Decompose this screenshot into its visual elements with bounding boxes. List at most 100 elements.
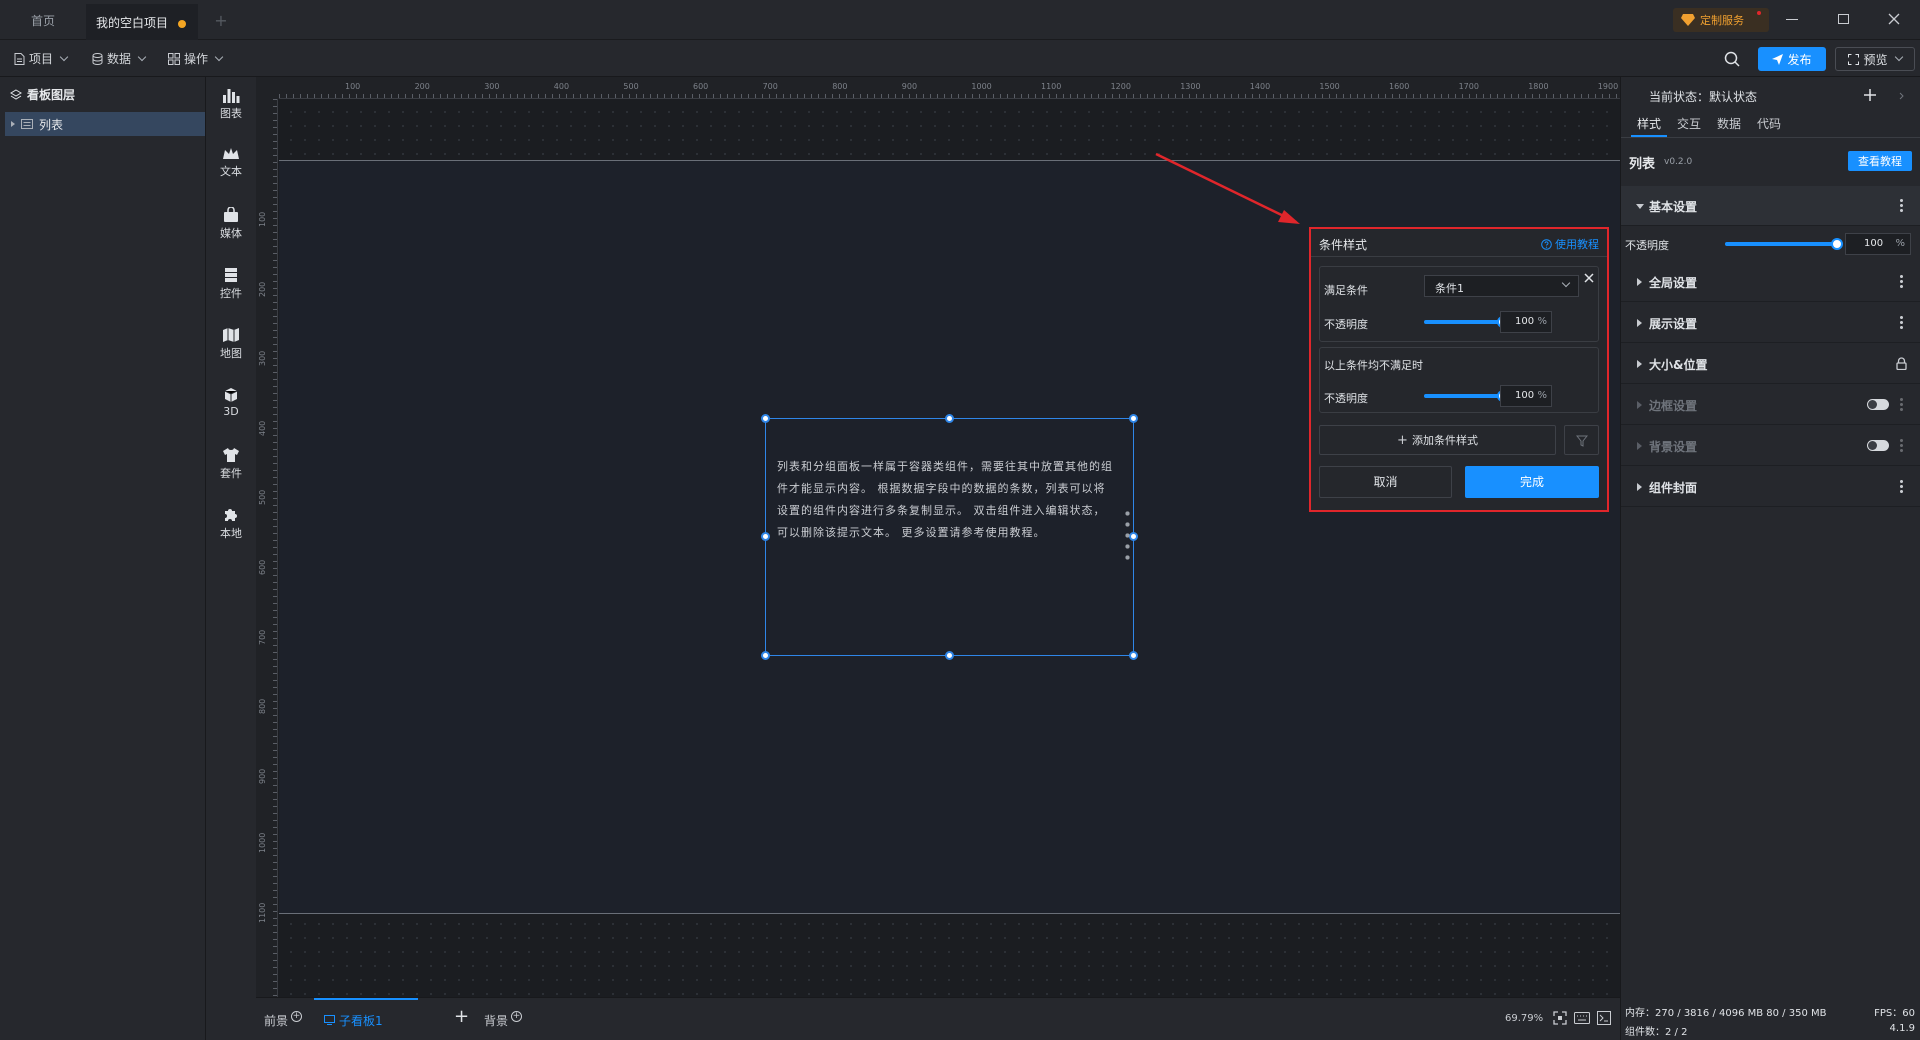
more-icon[interactable] [1900,397,1903,411]
layer-item[interactable]: 列表 [5,112,205,136]
basic-opacity-slider-knob[interactable] [1831,238,1843,250]
board-tab[interactable]: 子看板1 [314,998,418,1040]
section-label: 背景设置 [1649,440,1698,454]
sidebar-item-3d[interactable]: 3D [206,387,256,418]
section-border[interactable]: 边框设置 [1621,385,1920,425]
plus-icon: + [1397,432,1408,448]
border-toggle[interactable] [1867,399,1889,410]
confirm-button[interactable]: 完成 [1465,466,1599,498]
ruler-tick-label: 1700 [1458,82,1479,91]
operation-menu[interactable]: 操作 [168,49,224,69]
sidebar-item-local[interactable]: 本地 [206,507,256,541]
media-bag-icon [224,207,238,222]
sidebar-item-suite[interactable]: 套件 [206,447,256,481]
sidebar-item-chart[interactable]: 图表 [206,87,256,121]
more-icon[interactable] [1900,198,1903,212]
terminal-icon[interactable] [1597,1011,1611,1025]
section-display[interactable]: 展示设置 [1621,303,1920,343]
more-icon[interactable] [1900,315,1903,329]
new-tab-button[interactable]: + [206,4,236,40]
search-icon[interactable] [1724,51,1740,67]
layer-item-label: 列表 [39,117,64,132]
project-menu[interactable]: 项目 [14,49,69,69]
tab-style[interactable]: 样式 [1637,115,1661,132]
ruler-tick-label: 600 [693,82,709,91]
sidebar-item-text[interactable]: 文本 [206,147,256,179]
resize-handle[interactable] [1129,414,1138,423]
zoom-level[interactable]: 69.79% [1505,1013,1543,1024]
else-opacity-input[interactable]: 100 % [1500,385,1552,407]
lock-icon[interactable] [1896,357,1907,370]
minimize-icon[interactable] [1786,19,1798,20]
data-menu[interactable]: 数据 [92,49,147,69]
keyboard-icon[interactable] [1574,1012,1590,1024]
section-size-position[interactable]: 大小&位置 [1621,344,1920,384]
tab-project-label: 我的空白项目 [96,16,169,30]
resize-handle[interactable] [761,651,770,660]
background-toggle[interactable] [1867,440,1889,451]
add-condition-button[interactable]: + 添加条件样式 [1319,425,1556,455]
drag-grip-icon[interactable] [1125,508,1130,566]
fit-screen-icon[interactable] [1553,1011,1567,1025]
clear-filter-button[interactable] [1564,425,1599,455]
resize-handle[interactable] [945,414,954,423]
widget-hint-text: 列表和分组面板一样属于容器类组件，需要往其中放置其他的组件才能显示内容。 根据数… [777,460,1113,539]
sidebar-item-media[interactable]: 媒体 [206,207,256,241]
ruler-tick-label: 700 [762,82,778,91]
text-crown-icon [223,148,239,159]
section-label: 全局设置 [1649,276,1698,290]
chevron-down-icon [59,52,69,62]
tab-interaction[interactable]: 交互 [1677,115,1701,132]
close-window-icon[interactable] [1888,13,1900,25]
resize-handle[interactable] [761,414,770,423]
memory-status: 内存：270 / 3816 / 4096 MB 80 / 350 MB [1625,1008,1827,1019]
ruler-tick-label: 100 [258,211,267,227]
add-circle-icon[interactable]: + [291,1011,303,1022]
basic-opacity-input[interactable]: 100 % [1845,233,1911,255]
close-condition-icon[interactable] [1584,273,1594,283]
publish-button[interactable]: 发布 [1758,47,1826,71]
notice-dot-icon [1757,11,1761,15]
more-icon[interactable] [1900,274,1903,288]
front-layer-tab[interactable]: 前景 + [264,1011,303,1029]
ruler-tick-label: 500 [623,82,639,91]
tab-home[interactable]: 首页 [0,4,86,40]
cancel-label: 取消 [1373,475,1398,489]
section-background[interactable]: 背景设置 [1621,426,1920,466]
section-global[interactable]: 全局设置 [1621,262,1920,302]
add-board-button[interactable]: + [454,1006,469,1027]
add-state-icon[interactable] [1864,89,1876,101]
opacity-input[interactable]: 100 % [1500,311,1552,333]
custom-service-button[interactable]: 定制服务 [1673,8,1769,32]
resize-handle[interactable] [1129,532,1138,541]
section-basic[interactable]: 基本设置 [1621,186,1920,226]
tab-code[interactable]: 代码 [1757,115,1781,132]
condition-select[interactable]: 条件1 [1424,275,1579,297]
resize-handle[interactable] [945,651,954,660]
toolbar: 项目 数据 操作 发布 预览 [0,40,1920,77]
opacity-label: 不透明度 [1324,318,1368,331]
add-circle-icon[interactable]: + [511,1011,523,1022]
back-layer-tab[interactable]: 背景 + [484,1011,523,1029]
grid-icon [168,53,180,65]
tutorial-button[interactable]: 查看教程 [1848,151,1912,171]
resize-handle[interactable] [1129,651,1138,660]
preview-button[interactable]: 预览 [1835,47,1915,71]
caret-right-icon[interactable] [11,121,15,127]
chevron-down-icon [137,52,147,62]
caret-right-icon [1637,401,1642,409]
chevron-right-icon[interactable] [1899,92,1904,100]
help-link[interactable]: 使用教程 [1541,236,1599,252]
cancel-button[interactable]: 取消 [1319,466,1452,498]
tab-data[interactable]: 数据 [1717,115,1741,132]
else-opacity-slider-fill [1424,394,1504,398]
list-widget[interactable]: 列表和分组面板一样属于容器类组件，需要往其中放置其他的组件才能显示内容。 根据数… [765,418,1134,656]
restore-icon[interactable] [1838,14,1849,24]
more-icon[interactable] [1900,438,1903,452]
sidebar-item-map[interactable]: 地图 [206,327,256,361]
tab-project[interactable]: 我的空白项目 [86,4,198,40]
more-icon[interactable] [1900,479,1903,493]
section-cover[interactable]: 组件封面 [1621,467,1920,507]
sidebar-item-control[interactable]: 控件 [206,267,256,301]
resize-handle[interactable] [761,532,770,541]
